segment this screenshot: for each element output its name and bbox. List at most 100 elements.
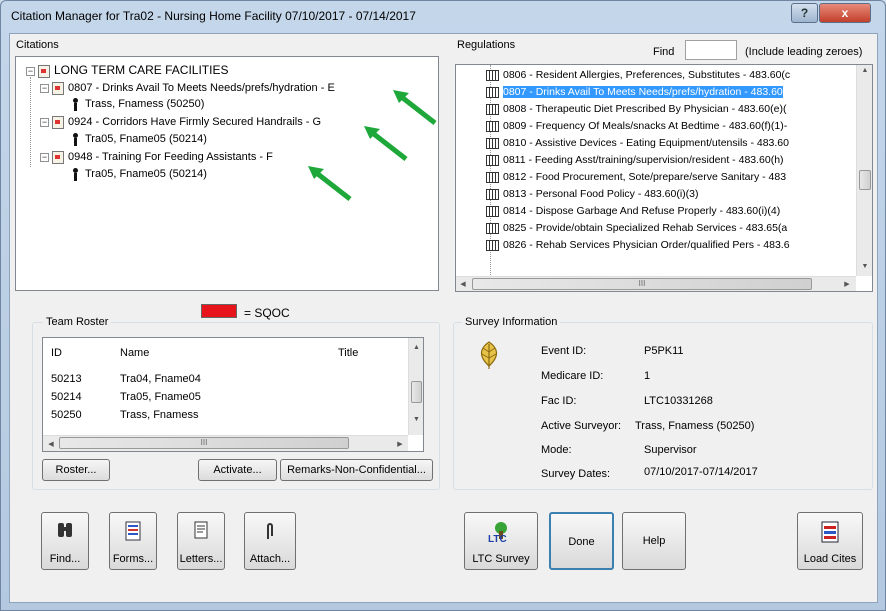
regulation-item[interactable]: 0809 - Frequency Of Meals/snacks At Bedt… [486,119,787,134]
regulation-item[interactable]: 0810 - Assistive Devices - Eating Equipm… [486,136,789,151]
dialog-body: Citations − LONG TERM CARE FACILITIES −08… [9,33,878,603]
find-hint: (Include leading zeroes) [745,46,863,58]
medicare-id-label: Medicare ID: [541,370,604,382]
citation-item-0807[interactable]: −0807 - Drinks Avail To Meets Needs/pref… [40,81,335,95]
citation-surveyor[interactable]: Tra05, Fname05 (50214) [72,167,207,181]
column-header-id[interactable]: ID [51,347,62,359]
attach-button[interactable]: Attach... [244,512,296,570]
find-label: Find [653,46,675,58]
citation-surveyor[interactable]: Tra05, Fname05 (50214) [72,132,207,146]
regulation-item[interactable]: 0813 - Personal Food Policy - 483.60(i)(… [486,187,699,202]
scroll-right-icon[interactable]: ▶ [842,280,852,288]
regulation-item[interactable]: 0825 - Provide/obtain Specialized Rehab … [486,221,787,236]
citation-surveyor[interactable]: Trass, Fnamess (50250) [72,97,204,111]
roster-cell-id: 50213 [51,373,82,385]
scroll-left-icon[interactable]: ◀ [46,440,56,448]
help-title-button[interactable]: ? [791,3,818,23]
book-icon [486,137,499,149]
roster-cell-name: Trass, Fnamess [120,409,199,421]
remarks-non-confidential-button[interactable]: Remarks-Non-Confidential... [280,459,433,481]
tree-root[interactable]: − LONG TERM CARE FACILITIES [26,63,228,78]
regulation-item[interactable]: 0812 - Food Procurement, Sote/prepare/se… [486,170,786,185]
citation-manager-window: Citation Manager for Tra02 - Nursing Hom… [0,0,886,611]
scroll-up-icon[interactable]: ▲ [857,67,872,74]
regulation-item[interactable]: 0811 - Feeding Asst/training/supervision… [486,153,784,168]
person-icon [72,97,79,111]
citation-item-0924[interactable]: −0924 - Corridors Have Firmly Secured Ha… [40,115,321,129]
collapse-icon[interactable]: − [26,66,35,76]
scroll-down-icon[interactable]: ▼ [857,263,872,270]
person-icon [72,132,79,146]
forms-icon [125,521,141,541]
done-button[interactable]: Done [549,512,614,570]
sqoc-swatch [201,304,237,318]
regulation-item[interactable]: 0814 - Dispose Garbage And Refuse Proper… [486,204,780,219]
fac-id-value: LTC10331268 [644,395,713,407]
book-icon [486,86,499,98]
regulations-vscroll[interactable]: ▲ ▼ [856,65,872,276]
sqoc-legend-text: = SQOC [244,306,290,320]
collapse-icon[interactable]: − [40,83,49,93]
collapse-icon[interactable]: − [40,117,49,127]
active-surveyor-label: Active Surveyor: [541,420,622,432]
roster-cell-id: 50214 [51,391,82,403]
regulation-item[interactable]: 0807 - Drinks Avail To Meets Needs/prefs… [486,85,783,100]
scroll-thumb[interactable]: III [472,278,812,290]
regulation-item[interactable]: 0806 - Resident Allergies, Preferences, … [486,68,790,83]
scroll-thumb[interactable] [859,170,871,190]
scroll-thumb[interactable] [411,381,422,403]
citation-doc-icon [52,150,64,164]
survey-dates-value: 07/10/2017-07/14/2017 [644,466,758,478]
regulations-hscroll[interactable]: ◀ III ▶ [456,276,856,291]
green-arrow-icon [364,126,408,161]
title-bar[interactable]: Citation Manager for Tra02 - Nursing Hom… [1,1,885,31]
scroll-right-icon[interactable]: ▶ [395,440,405,448]
letter-icon [194,521,208,539]
roster-cell-name: Tra05, Fname05 [120,391,201,403]
roster-hscroll[interactable]: ◀ III ▶ [43,435,408,451]
citation-doc-icon [52,81,64,95]
roster-vscroll[interactable]: ▲ ▼ [408,338,423,435]
scroll-down-icon[interactable]: ▼ [409,416,423,423]
scroll-thumb[interactable]: III [59,437,349,449]
book-icon [486,120,499,132]
fac-id-label: Fac ID: [541,395,577,407]
folder-doc-icon [38,64,50,78]
load-cites-button[interactable]: Load Cites [797,512,863,570]
scroll-left-icon[interactable]: ◀ [458,280,468,288]
book-icon [486,171,499,183]
roster-row[interactable]: 50213 Tra04, Fname04 [43,373,403,389]
event-id-value: P5PK11 [644,345,684,357]
forms-button[interactable]: Forms... [109,512,157,570]
binoculars-icon [58,523,72,537]
citation-item-0948[interactable]: −0948 - Training For Feeding Assistants … [40,150,273,164]
mode-label: Mode: [541,444,572,456]
help-button[interactable]: Help [622,512,686,570]
regulations-list[interactable]: 0806 - Resident Allergies, Preferences, … [455,64,873,292]
column-header-title[interactable]: Title [338,347,358,359]
event-id-label: Event ID: [541,345,587,357]
regulation-item[interactable]: 0826 - Rehab Services Physician Order/qu… [486,238,790,253]
find-button[interactable]: Find... [41,512,89,570]
regulation-find-input[interactable] [685,40,737,60]
scroll-up-icon[interactable]: ▲ [409,344,423,351]
survey-info-label: Survey Information [462,316,561,328]
roster-row[interactable]: 50214 Tra05, Fname05 [43,391,403,407]
book-icon [486,239,499,251]
team-roster-label: Team Roster [43,316,112,328]
citations-tree[interactable]: − LONG TERM CARE FACILITIES −0807 - Drink… [15,56,439,291]
activate-button[interactable]: Activate... [198,459,277,481]
team-roster-list[interactable]: ID Name Title 50213 Tra04, Fname04 50214 Tr… [42,337,424,452]
regulation-item[interactable]: 0808 - Therapeutic Diet Prescribed By Ph… [486,102,786,117]
roster-button[interactable]: Roster... [42,459,110,481]
collapse-icon[interactable]: − [40,152,49,162]
person-icon [72,167,79,181]
load-cites-icon [821,521,839,543]
roster-row[interactable]: 50250 Trass, Fnamess [43,409,403,425]
column-header-name[interactable]: Name [120,347,149,359]
book-icon [486,154,499,166]
ltc-survey-button[interactable]: LTC LTC Survey [464,512,538,570]
close-button[interactable]: x [819,3,871,23]
regulations-label: Regulations [457,39,516,51]
letters-button[interactable]: Letters... [177,512,225,570]
